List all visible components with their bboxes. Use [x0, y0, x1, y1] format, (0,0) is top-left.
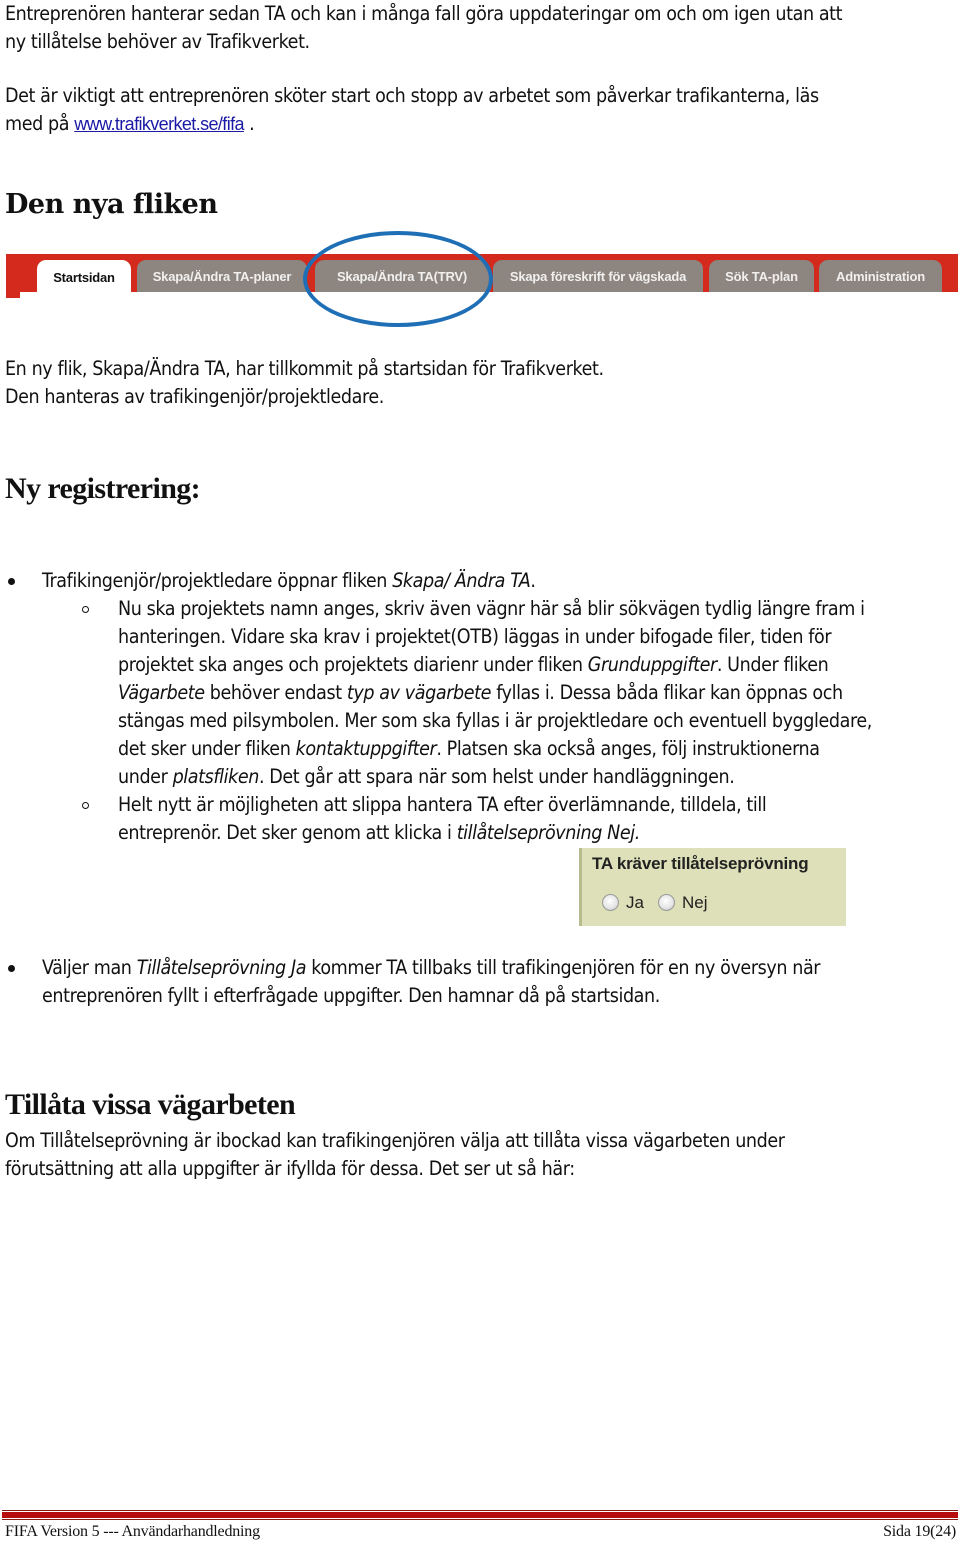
text: . Under fliken [716, 653, 829, 676]
emphasis: platsfliken [172, 765, 260, 788]
text: under [118, 765, 173, 788]
tab-administration[interactable]: Administration [819, 260, 942, 292]
sub-bullet-2-line-1: Helt nytt är möjligheten att slippa hant… [118, 793, 767, 816]
text: . [243, 112, 255, 135]
footer-page-number: Sida 19(24) [883, 1523, 956, 1540]
highlight-circle [303, 231, 493, 327]
sub-bullet-1-line-6: det sker under fliken kontaktuppgifter. … [118, 735, 820, 763]
emphasis: Grunduppgifter [587, 653, 717, 676]
sub-bullet-1-line-7: under platsfliken. Det går att spara när… [118, 763, 735, 791]
intro-paragraph-2-line-1: Det är viktigt att entreprenören sköter … [5, 84, 819, 107]
text: . Platsen ska också anges, följ instrukt… [436, 737, 820, 760]
sub-bullet-1-line-1: Nu ska projektets namn anges, skriv även… [118, 597, 865, 620]
text: . [530, 569, 536, 592]
sub-bullet-2-line-2: entreprenör. Det sker genom att klicka i… [118, 819, 640, 847]
sub-bullet-1-line-5: stängas med pilsymbolen. Mer som ska fyl… [118, 709, 872, 732]
registration-bullet-2-line-2: entreprenören fyllt i efterfrågade uppgi… [42, 984, 660, 1007]
sub-bullet-1-line-4: Vägarbete behöver endast typ av vägarbet… [118, 679, 843, 707]
text: Trafikingenjör/projektledare öppnar flik… [42, 569, 393, 592]
text: . Det går att spara när som helst under … [258, 765, 735, 788]
allow-roadworks-line-1: Om Tillåtelseprövning är ibockad kan tra… [5, 1129, 785, 1152]
emphasis: Vägarbete [118, 681, 205, 704]
tab-skapa-foreskrift-vagskada[interactable]: Skapa föreskrift för vägskada [493, 260, 703, 292]
sub-bullet-icon [82, 606, 89, 613]
radio-ja-label[interactable]: Ja [626, 893, 644, 913]
intro-paragraph-2-line-2: med på www.trafikverket.se/fifa . [5, 110, 255, 138]
text: behöver endast [204, 681, 347, 704]
radio-ja[interactable] [602, 894, 619, 911]
bullet-icon [8, 578, 15, 585]
text: med på [5, 112, 75, 135]
footer-divider [2, 1519, 958, 1520]
emphasis: kontaktuppgifter [295, 737, 437, 760]
tab-sok-ta-plan[interactable]: Sök TA-plan [709, 260, 814, 292]
trafikverket-fifa-link[interactable]: www.trafikverket.se/fifa [74, 114, 244, 134]
tab-startsidan[interactable]: Startsidan [37, 260, 131, 294]
widget-title: TA kräver tillåtelseprövning [592, 854, 809, 873]
text: fyllas i. Dessa båda flikar kan öppnas o… [491, 681, 843, 704]
text: Väljer man [42, 956, 137, 979]
registration-bullet-1: Trafikingenjör/projektledare öppnar flik… [42, 567, 536, 595]
text: det sker under fliken [118, 737, 296, 760]
footer-divider [2, 1512, 958, 1518]
sub-bullet-icon [82, 802, 89, 809]
tab-bar-accent [6, 292, 20, 298]
heading-new-registration: Ny registrering: [5, 472, 201, 505]
text: kommer TA tillbaks till trafikingenjören… [306, 956, 821, 979]
heading-new-tab: Den nya fliken [5, 189, 218, 220]
bullet-icon [8, 965, 15, 972]
registration-bullet-2-line-1: Väljer man Tillåtelseprövning Ja kommer … [42, 954, 821, 982]
allow-roadworks-line-2: förutsättning att alla uppgifter är ifyl… [5, 1157, 575, 1180]
emphasis: Skapa/ Ändra TA [392, 569, 531, 592]
sub-bullet-1-line-2: hanteringen. Vidare ska krav i projektet… [118, 625, 832, 648]
sub-bullet-1-line-3: projektet ska anges och projektets diari… [118, 651, 829, 679]
emphasis: Tillåtelseprövning Ja [136, 956, 307, 979]
text: projektet ska anges och projektets diari… [118, 653, 588, 676]
heading-allow-roadworks: Tillåta vissa vägarbeten [5, 1088, 296, 1121]
intro-paragraph-1-line-2: ny tillåtelse behöver av Trafikverket. [5, 30, 310, 53]
emphasis: typ av vägarbete [346, 681, 492, 704]
radio-nej[interactable] [658, 894, 675, 911]
text: entreprenör. Det sker genom att klicka i [118, 821, 457, 844]
new-tab-description-line-2: Den hanteras av trafikingenjör/projektle… [5, 385, 384, 408]
intro-paragraph-1-line-1: Entreprenören hanterar sedan TA och kan … [5, 2, 843, 25]
tab-skapa-andra-ta-planer[interactable]: Skapa/Ändra TA-planer [137, 260, 307, 292]
footer-divider [2, 1510, 958, 1511]
emphasis: tillåtelseprövning Nej. [456, 821, 641, 844]
radio-nej-label[interactable]: Nej [682, 893, 708, 913]
permission-test-widget: TA kräver tillåtelseprövning Ja Nej [579, 848, 846, 926]
footer-document-title: FIFA Version 5 --- Användarhandledning [5, 1523, 260, 1540]
new-tab-description-line-1: En ny flik, Skapa/Ändra TA, har tillkomm… [5, 357, 604, 380]
